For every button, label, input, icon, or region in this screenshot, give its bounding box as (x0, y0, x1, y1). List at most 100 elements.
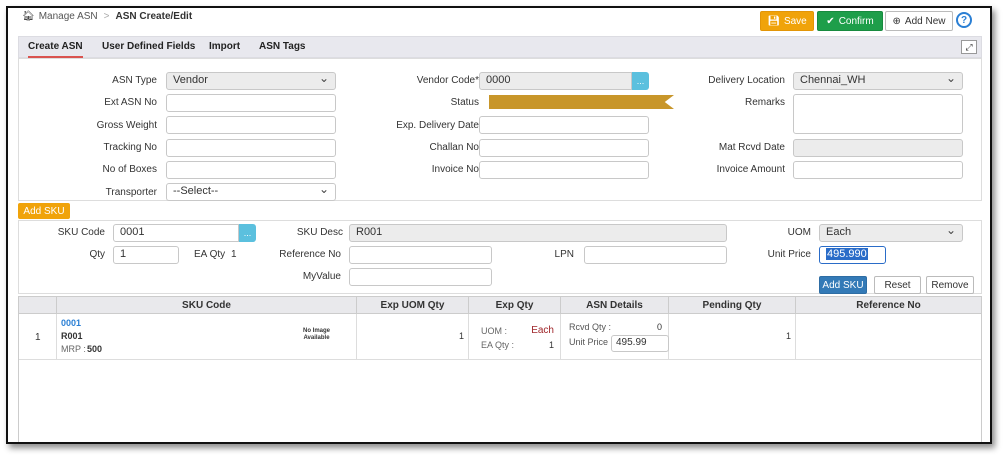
row-mrp-value: 500 (87, 344, 103, 354)
myvalue-label: MyValue (302, 271, 341, 282)
grid-header-asn-details: ASN Details (561, 297, 669, 314)
row-pending-qty: 1 (785, 331, 791, 341)
tab-asn-tags[interactable]: ASN Tags (259, 37, 306, 58)
ext-asn-no-input[interactable] (166, 94, 336, 112)
transporter-select[interactable]: --Select-- (166, 182, 336, 201)
save-icon: 💾︎ (767, 15, 780, 27)
transporter-label: Transporter (105, 187, 157, 198)
remarks-label: Remarks (744, 97, 785, 108)
add-new-button[interactable]: ⊕ Add New (885, 11, 953, 31)
row-ea-qty-value: 1 (548, 340, 554, 350)
plus-circle-icon: ⊕ (892, 15, 901, 27)
fullscreen-icon[interactable]: ⤢ (961, 40, 977, 54)
no-of-boxes-input[interactable] (166, 161, 336, 179)
vendor-code-input[interactable]: 0000 (479, 72, 632, 90)
unit-price-label: Unit Price (767, 249, 811, 260)
breadcrumb-separator: > (103, 11, 110, 22)
tracking-no-label: Tracking No (103, 142, 157, 153)
row-sku-desc: R001 (61, 331, 83, 341)
delivery-location-select[interactable]: Chennai_WH (793, 71, 963, 90)
sku-grid: SKU Code Exp UOM Qty Exp Qty ASN Details… (18, 296, 982, 442)
row-uom-label: UOM : (481, 326, 507, 336)
breadcrumb-current: ASN Create/Edit (115, 11, 193, 22)
grid-header-exp-uom-qty: Exp UOM Qty (357, 297, 469, 314)
status-indicator (489, 95, 674, 109)
grid-header-index (19, 297, 57, 314)
row-unit-price-input[interactable]: 495.99 (611, 335, 669, 352)
gross-weight-input[interactable] (166, 116, 336, 134)
delivery-location-label: Delivery Location (708, 75, 785, 86)
remove-button[interactable]: Remove (926, 276, 974, 294)
add-sku-button[interactable]: Add SKU (819, 276, 867, 294)
add-sku-section-button[interactable]: Add SKU (18, 203, 70, 219)
ea-qty-label: EA Qty (194, 249, 226, 260)
row-exp-qty-cell: UOM : Each EA Qty : 1 (469, 314, 561, 360)
tab-create-asn[interactable]: Create ASN (28, 37, 83, 58)
row-index: 1 (35, 332, 41, 343)
lpn-input[interactable] (584, 246, 727, 264)
row-uom-value: Each (531, 325, 554, 336)
ext-asn-no-label: Ext ASN No (104, 97, 157, 108)
sku-entry-panel: SKU Code 0001 ... SKU Desc R001 UOM Each… (18, 220, 982, 294)
asn-type-select[interactable]: Vendor (166, 71, 336, 90)
grid-header-exp-qty: Exp Qty (469, 297, 561, 314)
row-unit-price-label: Unit Price : (569, 337, 614, 347)
reset-button[interactable]: Reset (874, 276, 921, 294)
sku-code-input[interactable]: 0001 (113, 224, 239, 242)
remarks-textarea[interactable] (793, 94, 963, 134)
vendor-lookup-button[interactable]: ... (632, 72, 649, 90)
mat-rcvd-date-input (793, 139, 963, 157)
gross-weight-label: Gross Weight (96, 120, 157, 131)
row-rcvd-qty-value: 0 (656, 322, 662, 332)
breadcrumb: 🏠︎ Manage ASN > ASN Create/Edit (22, 11, 192, 22)
tracking-no-input[interactable] (166, 139, 336, 157)
check-icon: ✔ (826, 15, 835, 27)
unit-price-input[interactable]: 495.990 (819, 246, 886, 264)
ea-qty-value: 1 (231, 249, 237, 260)
row-exp-uom-qty: 1 (458, 331, 464, 341)
row-asn-details-cell: Rcvd Qty : 0 Unit Price : 495.99 (561, 314, 669, 360)
row-rcvd-qty-label: Rcvd Qty : (569, 322, 612, 332)
invoice-no-label: Invoice No (431, 164, 479, 175)
myvalue-input[interactable] (349, 268, 492, 286)
row-reference-no-cell (796, 314, 981, 360)
app-window: 🏠︎ Manage ASN > ASN Create/Edit 💾︎ Save … (6, 6, 992, 444)
home-icon[interactable]: 🏠︎ (22, 11, 35, 22)
exp-delivery-date-label: Exp. Delivery Date (396, 120, 479, 131)
status-label: Status (450, 97, 479, 108)
confirm-button[interactable]: ✔ Confirm (817, 11, 883, 31)
challan-no-label: Challan No (429, 142, 479, 153)
no-image-placeholder: No Image Available (303, 328, 331, 341)
row-pending-qty-cell: 1 (669, 314, 796, 360)
sku-code-label: SKU Code (57, 227, 105, 238)
invoice-no-input[interactable] (479, 161, 649, 179)
no-of-boxes-label: No of Boxes (102, 164, 157, 175)
help-icon[interactable]: ? (956, 12, 972, 28)
row-sku-code-cell: 0001 R001 MRP : 500 No Image Available (57, 314, 357, 360)
invoice-amount-label: Invoice Amount (716, 164, 785, 175)
vendor-code-label: Vendor Code* (416, 75, 479, 86)
top-bar: 🏠︎ Manage ASN > ASN Create/Edit 💾︎ Save … (8, 8, 990, 36)
sku-desc-label: SKU Desc (296, 227, 343, 238)
save-button[interactable]: 💾︎ Save (760, 11, 814, 31)
table-row[interactable]: 1 (19, 314, 57, 360)
uom-select[interactable]: Each (819, 223, 963, 242)
invoice-amount-input[interactable] (793, 161, 963, 179)
row-sku-code-link[interactable]: 0001 (61, 318, 81, 328)
reference-no-input[interactable] (349, 246, 492, 264)
row-ea-qty-label: EA Qty : (481, 340, 515, 350)
qty-label: Qty (89, 249, 105, 260)
sku-lookup-button[interactable]: ... (239, 224, 256, 242)
uom-label: UOM (787, 227, 811, 238)
sku-desc-input: R001 (349, 224, 727, 242)
grid-header-pending-qty: Pending Qty (669, 297, 796, 314)
grid-header-sku-code: SKU Code (57, 297, 357, 314)
row-mrp-label: MRP : (61, 344, 86, 354)
tab-user-defined-fields[interactable]: User Defined Fields (102, 37, 195, 58)
tab-import[interactable]: Import (209, 37, 240, 58)
asn-form: ASN Type Vendor Ext ASN No Gross Weight … (18, 58, 982, 201)
exp-delivery-date-input[interactable] (479, 116, 649, 134)
breadcrumb-manage-asn[interactable]: Manage ASN (39, 11, 98, 22)
challan-no-input[interactable] (479, 139, 649, 157)
qty-input[interactable]: 1 (113, 246, 179, 264)
